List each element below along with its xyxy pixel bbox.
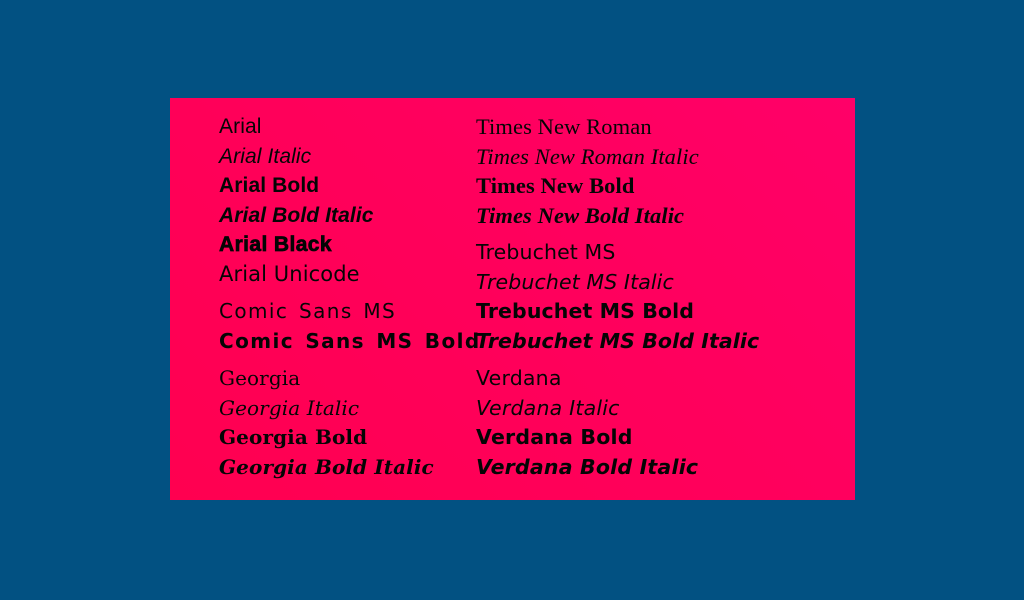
font-sample-arial-unicode: Arial Unicode <box>219 261 360 286</box>
font-sample-georgia-bold-italic: Georgia Bold Italic <box>219 454 434 479</box>
font-group-times-new-roman: Times New Roman Times New Roman Italic Tim… <box>476 112 855 230</box>
font-sample-verdana-bold-italic: Verdana Bold Italic <box>476 454 699 479</box>
font-sample-verdana: Verdana <box>476 366 562 390</box>
font-sample-verdana-italic: Verdana Italic <box>476 395 620 420</box>
font-sample-georgia-bold: Georgia Bold <box>219 425 368 449</box>
font-sample-panel: Arial Arial Italic Arial Bold Arial Bold It… <box>170 98 855 500</box>
font-column-left: Arial Arial Italic Arial Bold Arial Bold It… <box>170 98 481 482</box>
font-sample-times-new-bold: Times New Bold <box>476 173 635 198</box>
font-sample-arial-bold: Arial Bold <box>219 174 320 197</box>
font-sample-verdana-bold: Verdana Bold <box>476 425 633 449</box>
font-column-right: Times New Roman Times New Roman Italic Tim… <box>476 98 855 482</box>
font-sample-arial-black: Arial Black <box>219 233 332 257</box>
font-sample-times-new-roman-italic: Times New Roman Italic <box>476 143 699 169</box>
screenshot-stage: Arial Arial Italic Arial Bold Arial Bold It… <box>0 0 1024 600</box>
font-sample-trebuchet-ms-bold: Trebuchet MS Bold <box>476 299 695 323</box>
font-group-arial: Arial Arial Italic Arial Bold Arial Bold It… <box>219 112 476 289</box>
font-group-verdana: Verdana Verdana Italic Verdana Bold Verdana… <box>476 364 855 482</box>
font-sample-times-new-bold-italic: Times New Bold Italic <box>476 202 685 228</box>
font-group-trebuchet-ms: Trebuchet MS Trebuchet MS Italic Trebuchet… <box>476 238 855 356</box>
font-group-georgia: Georgia Georgia Italic Georgia Bold Georgia… <box>219 364 476 482</box>
font-group-comic-sans-ms: Comic Sans MS Comic Sans MS Bold <box>219 297 481 356</box>
font-sample-georgia-italic: Georgia Italic <box>219 395 360 420</box>
font-sample-comic-sans-ms: Comic Sans MS <box>219 299 397 323</box>
font-sample-trebuchet-ms: Trebuchet MS <box>476 240 616 264</box>
font-sample-trebuchet-ms-italic: Trebuchet MS Italic <box>476 269 674 294</box>
font-sample-arial-italic: Arial Italic <box>219 144 312 168</box>
font-sample-georgia: Georgia <box>219 366 301 390</box>
font-sample-times-new-roman: Times New Roman <box>476 114 652 139</box>
font-sample-arial: Arial <box>219 115 262 138</box>
font-sample-comic-sans-ms-bold: Comic Sans MS Bold <box>219 328 481 353</box>
font-sample-arial-bold-italic: Arial Bold Italic <box>219 203 374 227</box>
font-sample-trebuchet-ms-bold-italic: Trebuchet MS Bold Italic <box>476 328 760 353</box>
